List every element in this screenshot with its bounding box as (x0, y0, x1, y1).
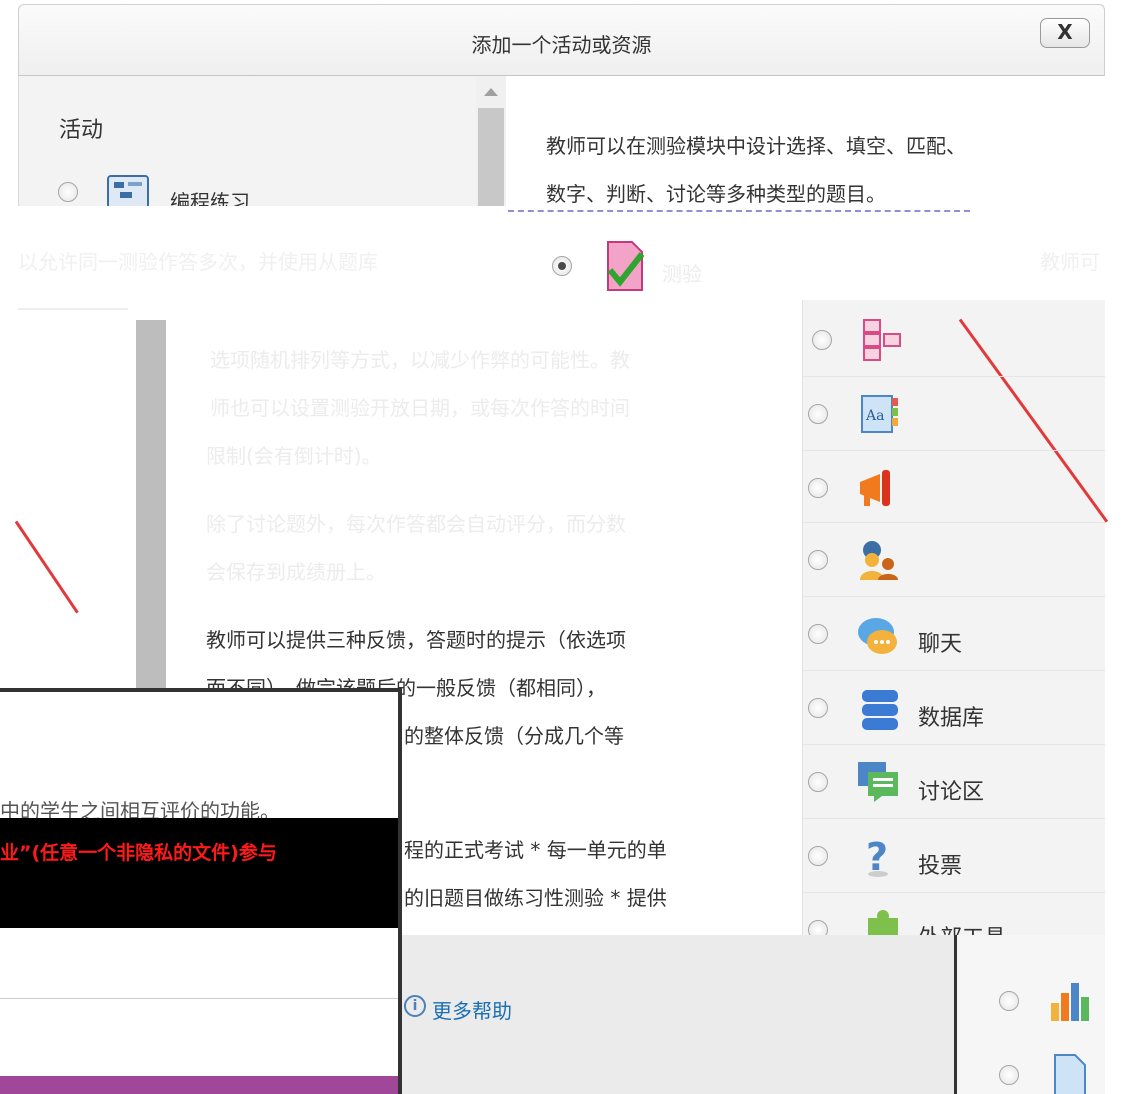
black-band: 业”(任意一个非隐私的文件)参与 (0, 818, 398, 928)
dialog-title: 添加一个活动或资源 (471, 33, 652, 57)
divider (0, 998, 398, 999)
divider (802, 522, 1105, 523)
divider (18, 308, 128, 310)
divider (802, 744, 1105, 745)
module-label-programming-exercise[interactable]: 编程练习 (170, 186, 250, 208)
radio-programming-exercise[interactable] (58, 182, 78, 202)
announcement-megaphone-icon (860, 470, 890, 506)
module-label-choice[interactable]: 投票 (918, 848, 962, 880)
scrollbar-thumb[interactable] (478, 108, 504, 208)
activity-section-label: 活动 (59, 118, 104, 143)
overlay-red-text: 业”(任意一个非隐私的文件)参与 (0, 842, 277, 864)
divider (802, 376, 1105, 377)
radio-announcement[interactable] (808, 478, 828, 498)
users-group-icon (860, 541, 898, 580)
radio-database[interactable] (808, 698, 828, 718)
svg-text:Aa: Aa (865, 408, 884, 424)
module-label-lti[interactable]: 外部工具 (918, 920, 1006, 935)
module-label-forum[interactable]: 讨论区 (918, 774, 984, 806)
more-help-link[interactable]: 更多帮助 (432, 995, 512, 1024)
description-panel: 教师可以在测验模块中设计选择、填空、匹配、 数字、判断、讨论等多种类型的题目。 (510, 76, 1105, 206)
bar-chart-icon (1051, 983, 1089, 1021)
book-structure-icon (863, 319, 901, 361)
description-line: 数字、判断、讨论等多种类型的题目。 (546, 182, 886, 206)
module-list-panel (802, 300, 1105, 940)
divider (802, 596, 1105, 597)
database-icon (862, 690, 898, 730)
quiz-list-item[interactable] (508, 210, 970, 296)
description-line: 的整体反馈（分成几个等 (404, 724, 624, 748)
divider (802, 450, 1105, 451)
radio-feedback[interactable] (999, 991, 1019, 1011)
purple-bar (0, 1076, 398, 1094)
description-line: 程的正式考试 * 每一单元的单 (404, 838, 667, 862)
chat-bubble-icon (858, 618, 897, 654)
question-mark-icon: ? (866, 835, 888, 878)
radio-forum[interactable] (808, 772, 828, 792)
divider (802, 892, 1105, 893)
radio-resource[interactable] (999, 1065, 1019, 1085)
glitch-line (14, 520, 79, 614)
radio-book[interactable] (812, 330, 832, 350)
radio-lti[interactable] (808, 920, 828, 935)
glossary-icon: Aa (861, 395, 898, 433)
description-line: 会保存到成绩册上。 (206, 560, 386, 584)
description-line: 限制(会有倒计时)。 (206, 444, 382, 468)
module-label-quiz[interactable]: 测验 (662, 258, 702, 287)
description-line: 教师可以提供三种反馈，答题时的提示（依选项 (206, 628, 626, 652)
programming-exercise-icon (107, 175, 149, 209)
info-icon[interactable]: i (404, 995, 426, 1017)
module-label-chat[interactable]: 聊天 (918, 626, 962, 658)
bottom-right-panel (954, 935, 1105, 1094)
list-item-lti[interactable]: 外部工具 (802, 900, 1105, 935)
description-line: 的旧题目做练习性测验 * 提供 (404, 886, 667, 910)
scrollbar-fragment (136, 320, 166, 690)
description-line: 师也可以设置测验开放日期，或每次作答的时间 (210, 396, 630, 420)
file-icon (1054, 1054, 1086, 1094)
dialog-header: 添加一个活动或资源 X (18, 4, 1105, 76)
ghost-text-left: 以允许同一测验作答多次，并使用从题库 (18, 250, 378, 274)
radio-choice[interactable] (808, 846, 828, 866)
forum-icon (858, 762, 898, 802)
close-button[interactable]: X (1040, 18, 1090, 48)
scroll-up-arrow-icon[interactable] (484, 88, 498, 96)
module-label-database[interactable]: 数据库 (918, 700, 984, 732)
radio-group[interactable] (808, 550, 828, 570)
divider (802, 670, 1105, 671)
radio-glossary[interactable] (808, 404, 828, 424)
ghost-text-right: 教师可 (1040, 250, 1100, 274)
radio-quiz[interactable] (552, 256, 572, 276)
puzzle-icon (868, 910, 898, 935)
radio-chat[interactable] (808, 624, 828, 644)
description-line: 除了讨论题外，每次作答都会自动评分，而分数 (206, 512, 626, 536)
divider (802, 818, 1105, 819)
overlay-window: 中的学生之间相互评价的功能。 业”(任意一个非隐私的文件)参与 (0, 688, 402, 1094)
description-line: 选项随机排列等方式，以减少作弊的可能性。教 (210, 348, 630, 372)
quiz-icon (607, 241, 645, 291)
description-line: 教师可以在测验模块中设计选择、填空、匹配、 (546, 134, 966, 158)
